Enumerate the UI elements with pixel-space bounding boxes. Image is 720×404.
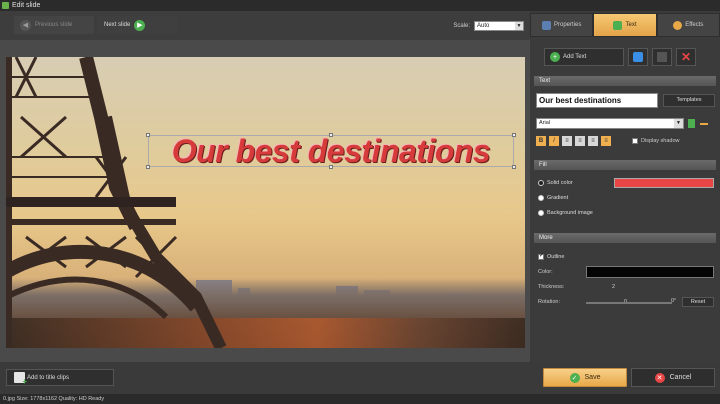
window-title: Edit slide <box>12 2 41 9</box>
templates-button[interactable]: Templates <box>663 94 715 107</box>
text-section-header: Text <box>534 76 716 86</box>
reset-button[interactable]: Reset <box>682 297 714 307</box>
slide-canvas[interactable]: Our best destinations <box>6 57 525 348</box>
add-to-title-clips-button[interactable]: Add to title clips <box>6 369 114 386</box>
tab-properties[interactable]: Properties <box>530 13 594 37</box>
fill-solid-option[interactable]: Solid color <box>538 180 573 186</box>
layer-icon <box>657 52 667 62</box>
display-shadow-toggle[interactable]: Display shadow <box>632 138 680 144</box>
rotation-max-label: 0° <box>671 298 677 304</box>
top-toolbar: ◀ Previous slide Next slide ▶ Scale: Aut… <box>0 11 530 40</box>
previous-slide-button[interactable]: ◀ Previous slide <box>14 16 94 34</box>
scale-control: Scale: Auto ▼ <box>453 21 524 31</box>
layer-button[interactable] <box>652 48 672 66</box>
chevron-down-icon: ▼ <box>515 22 523 30</box>
eiffel-tower-image <box>6 57 227 348</box>
resize-handle[interactable] <box>512 133 516 137</box>
fill-background-image-option[interactable]: Background image <box>538 210 593 216</box>
properties-icon <box>541 20 551 30</box>
thickness-value[interactable]: 2 <box>612 284 615 290</box>
fill-color-swatch[interactable] <box>614 178 714 188</box>
bottom-bar: Add to title clips ✓ Save ✕ Cancel <box>0 362 720 394</box>
fill-gradient-option[interactable]: Gradient <box>538 195 568 201</box>
gradient-radio[interactable] <box>538 195 544 201</box>
copy-text-button[interactable] <box>628 48 648 66</box>
align-right-button[interactable]: ≡ <box>588 135 598 146</box>
background-image-radio[interactable] <box>538 210 544 216</box>
resize-handle[interactable] <box>512 165 516 169</box>
italic-button[interactable]: I <box>549 135 559 146</box>
arrow-right-icon: ▶ <box>134 19 146 31</box>
check-icon: ✓ <box>569 372 580 383</box>
tab-text[interactable]: Text <box>593 13 657 37</box>
thickness-label: Thickness: <box>538 284 565 290</box>
delete-icon: ✕ <box>680 50 692 64</box>
delete-text-button[interactable]: ✕ <box>676 48 696 66</box>
rotation-slider[interactable] <box>586 302 672 304</box>
tab-effects[interactable]: Effects <box>656 13 720 37</box>
add-icon: + <box>550 52 560 62</box>
scale-label: Scale: <box>453 23 470 29</box>
properties-panel: Properties Text Effects + Add Text ✕ Tex… <box>530 11 720 362</box>
add-clip-icon <box>14 372 27 386</box>
outline-color-swatch[interactable] <box>586 266 714 278</box>
preview-stage: Our best destinations <box>0 40 530 362</box>
text-actions: + Add Text ✕ <box>544 48 714 66</box>
display-shadow-checkbox[interactable] <box>632 138 638 144</box>
text-content-field[interactable]: Our best destinations <box>536 93 658 108</box>
align-justify-button[interactable]: ≡ <box>601 135 611 146</box>
format-toolbar: B I ≡ ≡ ≡ ≡ <box>536 135 611 146</box>
bold-button[interactable]: B <box>536 135 546 146</box>
resize-handle[interactable] <box>146 133 150 137</box>
panel-tabs: Properties Text Effects <box>530 13 720 37</box>
font-select[interactable]: Arial ▼ <box>536 118 684 129</box>
chevron-down-icon: ▼ <box>674 119 683 128</box>
text-icon <box>613 20 623 30</box>
save-button[interactable]: ✓ Save <box>543 368 627 387</box>
cancel-button[interactable]: ✕ Cancel <box>631 368 715 387</box>
resize-handle[interactable] <box>146 165 150 169</box>
font-size-button[interactable] <box>700 123 708 125</box>
slide-headline: Our best destinations <box>171 132 491 169</box>
solid-color-radio[interactable] <box>538 180 544 186</box>
align-center-button[interactable]: ≡ <box>575 135 585 146</box>
rotation-label: Rotation: <box>538 299 561 305</box>
text-color-button[interactable] <box>688 119 695 128</box>
outline-color-label: Color: <box>538 269 553 275</box>
resize-handle[interactable] <box>329 133 333 137</box>
effects-icon <box>673 20 683 30</box>
outline-checkbox[interactable] <box>538 252 544 260</box>
title-bar: Edit slide <box>0 0 720 11</box>
next-slide-button[interactable]: Next slide ▶ <box>98 16 178 34</box>
more-section-header: More <box>534 233 716 243</box>
status-bar: 0.jpg Size: 1778x1162 Quality: HD Ready <box>0 394 720 404</box>
arrow-left-icon: ◀ <box>20 19 31 31</box>
fill-section-header: Fill <box>534 160 716 170</box>
app-icon <box>2 2 9 9</box>
resize-handle[interactable] <box>329 165 333 169</box>
text-selection-box[interactable]: Our best destinations <box>146 132 516 169</box>
add-text-button[interactable]: + Add Text <box>544 48 624 66</box>
outline-toggle[interactable]: Outline <box>538 252 564 260</box>
next-slide-label: Next slide <box>104 22 131 28</box>
copy-icon <box>633 52 643 62</box>
cancel-icon: ✕ <box>654 372 665 383</box>
align-left-button[interactable]: ≡ <box>562 135 572 146</box>
previous-slide-label: Previous slide <box>35 22 73 28</box>
scale-select[interactable]: Auto ▼ <box>474 21 524 31</box>
